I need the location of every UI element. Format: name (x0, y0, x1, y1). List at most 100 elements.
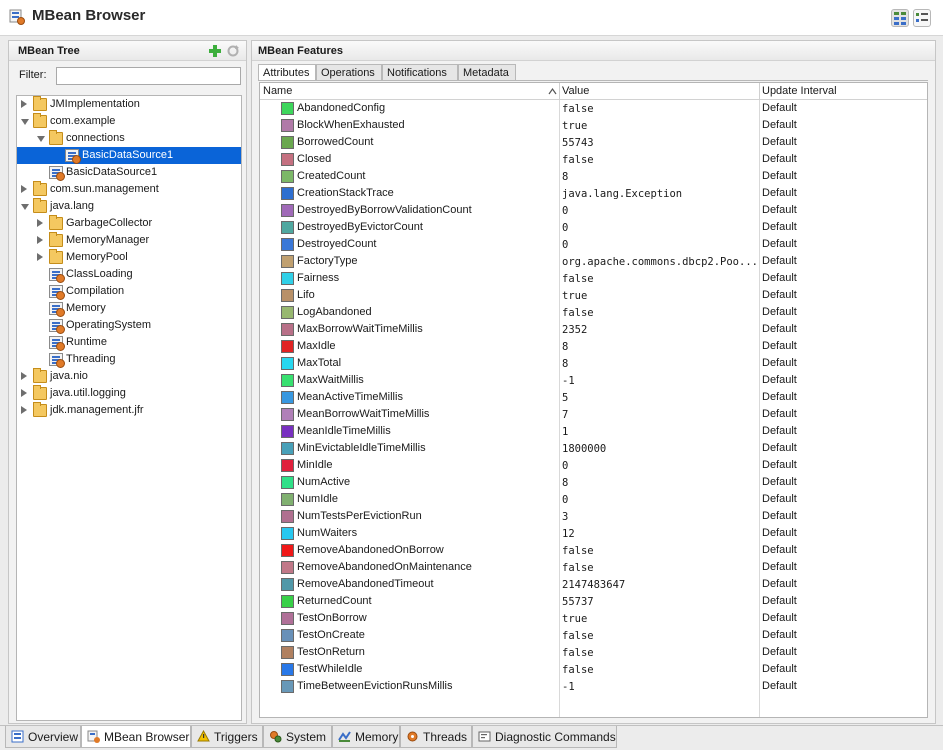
expand-arrow-right-icon[interactable] (21, 100, 27, 108)
attribute-update-interval[interactable]: Default (762, 476, 797, 488)
table-row[interactable]: RemoveAbandonedOnBorrow false Default (260, 542, 927, 559)
attribute-color-swatch-icon[interactable] (281, 187, 294, 200)
attribute-update-interval[interactable]: Default (762, 629, 797, 641)
attribute-value[interactable]: false (562, 647, 758, 659)
attribute-value[interactable]: 55737 (562, 596, 758, 608)
table-row[interactable]: BorrowedCount 55743 Default (260, 134, 927, 151)
column-header-update-interval[interactable]: Update Interval (762, 85, 837, 97)
attribute-update-interval[interactable]: Default (762, 595, 797, 607)
column-separator[interactable] (559, 83, 560, 100)
attribute-color-swatch-icon[interactable] (281, 425, 294, 438)
attribute-color-swatch-icon[interactable] (281, 646, 294, 659)
table-row[interactable]: DestroyedCount 0 Default (260, 236, 927, 253)
table-row[interactable]: MeanActiveTimeMillis 5 Default (260, 389, 927, 406)
tree-item[interactable]: MemoryPool (17, 249, 241, 266)
add-icon[interactable] (208, 44, 222, 58)
table-row[interactable]: MaxBorrowWaitTimeMillis 2352 Default (260, 321, 927, 338)
expand-arrow-right-icon[interactable] (21, 389, 27, 397)
table-row[interactable]: MaxWaitMillis -1 Default (260, 372, 927, 389)
attribute-color-swatch-icon[interactable] (281, 459, 294, 472)
attribute-color-swatch-icon[interactable] (281, 221, 294, 234)
sort-ascending-icon[interactable] (548, 87, 557, 96)
refresh-icon[interactable] (226, 44, 240, 58)
attribute-color-swatch-icon[interactable] (281, 663, 294, 676)
attribute-value[interactable]: false (562, 307, 758, 319)
tree-item[interactable]: Compilation (17, 283, 241, 300)
tab-triggers[interactable]: Triggers (191, 726, 263, 748)
attribute-value[interactable]: 3 (562, 511, 758, 523)
attribute-value[interactable]: 0 (562, 239, 758, 251)
expand-arrow-down-icon[interactable] (21, 204, 29, 210)
table-row[interactable]: NumWaiters 12 Default (260, 525, 927, 542)
attribute-update-interval[interactable]: Default (762, 272, 797, 284)
attribute-color-swatch-icon[interactable] (281, 595, 294, 608)
attribute-update-interval[interactable]: Default (762, 306, 797, 318)
attribute-update-interval[interactable]: Default (762, 612, 797, 624)
table-row[interactable]: CreationStackTrace java.lang.Exception Def… (260, 185, 927, 202)
tab-memory[interactable]: Memory (332, 726, 400, 748)
attribute-color-swatch-icon[interactable] (281, 119, 294, 132)
tree-item[interactable]: java.nio (17, 368, 241, 385)
table-row[interactable]: Closed false Default (260, 151, 927, 168)
tree-item[interactable]: MemoryManager (17, 232, 241, 249)
attribute-color-swatch-icon[interactable] (281, 306, 294, 319)
attribute-value[interactable]: false (562, 154, 758, 166)
attribute-update-interval[interactable]: Default (762, 561, 797, 573)
column-header-name[interactable]: Name (263, 85, 292, 97)
attribute-color-swatch-icon[interactable] (281, 357, 294, 370)
column-separator[interactable] (759, 83, 760, 100)
expand-arrow-down-icon[interactable] (37, 136, 45, 142)
tree-item[interactable]: connections (17, 130, 241, 147)
attribute-color-swatch-icon[interactable] (281, 272, 294, 285)
attribute-color-swatch-icon[interactable] (281, 408, 294, 421)
filter-input[interactable] (56, 67, 241, 85)
attribute-value[interactable]: 2352 (562, 324, 758, 336)
attribute-value[interactable]: -1 (562, 375, 758, 387)
list-layout-button[interactable] (913, 9, 931, 27)
table-row[interactable]: TestOnCreate false Default (260, 627, 927, 644)
attribute-value[interactable]: false (562, 630, 758, 642)
attribute-color-swatch-icon[interactable] (281, 510, 294, 523)
tree-item[interactable]: com.sun.management (17, 181, 241, 198)
attribute-value[interactable]: true (562, 120, 758, 132)
tree-item[interactable]: java.util.logging (17, 385, 241, 402)
attribute-update-interval[interactable]: Default (762, 646, 797, 658)
tree-item[interactable]: BasicDataSource1 (17, 164, 241, 181)
attribute-color-swatch-icon[interactable] (281, 612, 294, 625)
attribute-update-interval[interactable]: Default (762, 187, 797, 199)
attribute-update-interval[interactable]: Default (762, 255, 797, 267)
attribute-value[interactable]: true (562, 613, 758, 625)
attribute-update-interval[interactable]: Default (762, 680, 797, 692)
table-row[interactable]: FactoryType org.apache.commons.dbcp2.Poo.… (260, 253, 927, 270)
tree-item[interactable]: jdk.management.jfr (17, 402, 241, 419)
attribute-value[interactable]: 8 (562, 358, 758, 370)
table-row[interactable]: MaxTotal 8 Default (260, 355, 927, 372)
attribute-color-swatch-icon[interactable] (281, 170, 294, 183)
attribute-value[interactable]: false (562, 103, 758, 115)
attribute-color-swatch-icon[interactable] (281, 153, 294, 166)
tree-item[interactable]: OperatingSystem (17, 317, 241, 334)
attribute-value[interactable]: false (562, 562, 758, 574)
tab-threads[interactable]: Threads (400, 726, 472, 748)
expand-arrow-right-icon[interactable] (21, 372, 27, 380)
attribute-update-interval[interactable]: Default (762, 510, 797, 522)
tab-metadata[interactable]: Metadata (458, 64, 516, 81)
attribute-color-swatch-icon[interactable] (281, 289, 294, 302)
table-row[interactable]: CreatedCount 8 Default (260, 168, 927, 185)
attribute-value[interactable]: 1 (562, 426, 758, 438)
tree-item[interactable]: BasicDataSource1 (17, 147, 241, 164)
table-row[interactable]: MinIdle 0 Default (260, 457, 927, 474)
table-row[interactable]: BlockWhenExhausted true Default (260, 117, 927, 134)
attribute-update-interval[interactable]: Default (762, 289, 797, 301)
table-row[interactable]: ReturnedCount 55737 Default (260, 593, 927, 610)
tree-item[interactable]: Memory (17, 300, 241, 317)
tree-item[interactable]: GarbageCollector (17, 215, 241, 232)
attribute-value[interactable]: 8 (562, 477, 758, 489)
tree-item[interactable]: Runtime (17, 334, 241, 351)
table-row[interactable]: MaxIdle 8 Default (260, 338, 927, 355)
attribute-update-interval[interactable]: Default (762, 408, 797, 420)
attribute-value[interactable]: java.lang.Exception (562, 188, 758, 200)
table-row[interactable]: DestroyedByBorrowValidationCount 0 Default (260, 202, 927, 219)
attribute-update-interval[interactable]: Default (762, 238, 797, 250)
attribute-update-interval[interactable]: Default (762, 119, 797, 131)
